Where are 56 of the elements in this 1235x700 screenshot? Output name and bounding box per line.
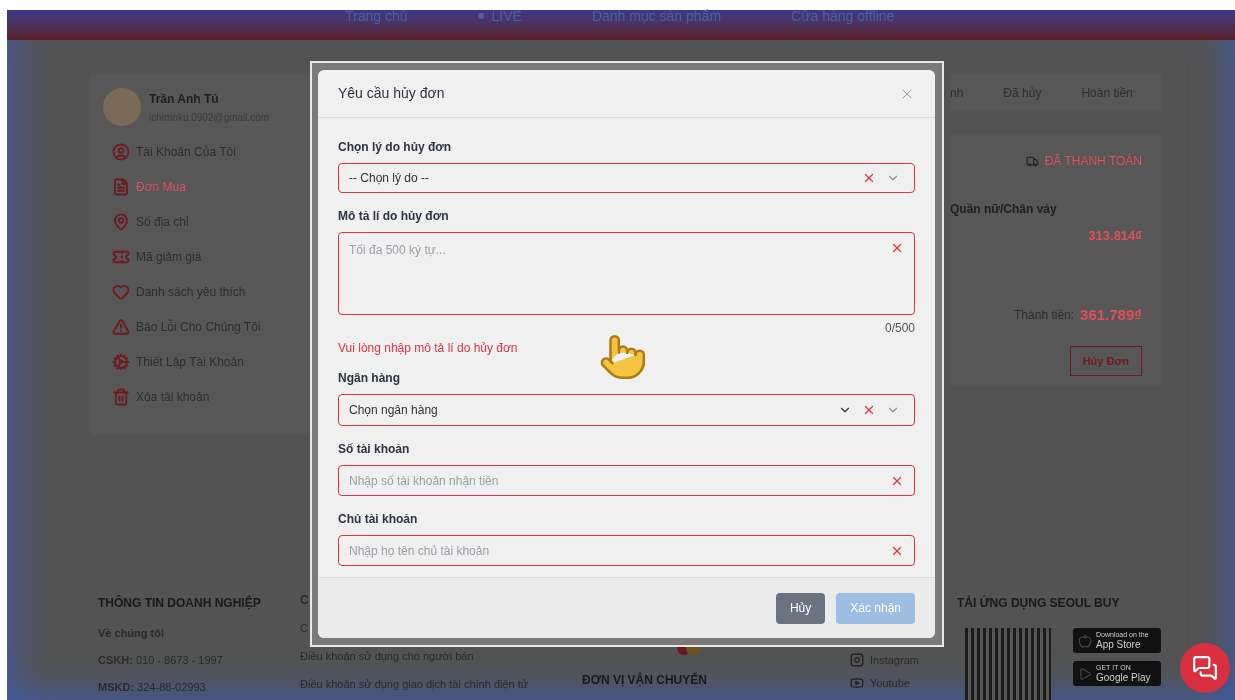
footer-heading: ĐƠN VỊ VẬN CHUYỂN [582,673,708,687]
menu-icon [112,248,130,266]
input-field[interactable]: Nhập họ tên chủ tài khoản [338,535,915,566]
reason-select[interactable]: -- Chọn lý do -- [338,163,915,193]
select-value: -- Chọn lý do -- [349,170,431,187]
camera-icon [850,653,864,668]
field-label: Số tài khoản [338,442,411,456]
footer-text: MSKD: 324-88-02993 [98,681,207,693]
footer-heading: TẢI ỨNG DỤNG SEOUL BUY [957,594,1121,612]
total-amount: 361.789₫ [1080,304,1142,325]
play-icon [1078,666,1092,681]
product-name: Quần nữ/Chân váy [950,201,1058,218]
play-icon [850,675,864,690]
field-label: Ngân hàng [338,371,401,385]
nav-link[interactable]: Danh mục sản phẩm [591,10,722,22]
description-textarea[interactable]: Tối đa 500 ký tự... [338,232,915,315]
nav-link[interactable]: Trang chủ [345,10,408,22]
select-value: Chọn ngân hàng [349,402,439,419]
sidebar-item[interactable]: Đơn Mua [112,177,297,197]
clear-icon[interactable] [862,403,876,417]
field-label: Mô tả lí do hủy đơn [338,209,450,223]
menu-icon [112,318,130,336]
menu-icon [112,143,130,161]
bank-select[interactable]: Chọn ngân hàng [338,394,915,426]
footer-heading: THÔNG TIN DOANH NGHIỆP [98,594,262,612]
error-message: Vui lòng nhập mô tả lí do hủy đơn [338,341,519,355]
menu-icon [112,213,130,231]
text-input[interactable]: Nhập họ tên chủ tài khoản [349,541,880,560]
character-counter: 0/500 [884,320,915,337]
truck-icon [1025,154,1039,168]
field-label: Chủ tài khoản [338,512,419,526]
avatar [103,88,141,126]
cancel-order-button[interactable]: Hủy Đơn [1069,346,1142,376]
menu-icon [112,388,130,406]
live-link[interactable]: LIVE [477,10,522,22]
field-label: Chọn lý do hủy đơn [338,140,453,154]
menu-icon [112,178,130,196]
chat-icon [1192,655,1218,681]
badge-label: Google Play [1096,672,1151,683]
text-input[interactable]: Nhập số tài khoản nhận tiền [349,471,880,490]
social-link[interactable]: Youtube [850,674,957,691]
badge-label: App Store [1096,639,1142,650]
product-price: 313.814₫ [1088,227,1142,245]
order-status: ĐÃ THANH TOÁN [1044,152,1142,170]
cancel-button[interactable]: Hủy [775,592,826,624]
textarea-input[interactable]: Tối đa 500 ký tự... [349,241,880,259]
clear-icon[interactable] [890,241,904,255]
profile-name: Trần Anh Tú [149,90,220,108]
menu-icon [112,353,130,371]
nav-link[interactable]: Cửa hàng offline [791,10,895,22]
apple-icon [1078,633,1092,648]
input-field[interactable]: Nhập số tài khoản nhận tiền [338,465,915,496]
footer-link[interactable]: Điều khoản sử dụng giao dịch tài chính điện tử [300,678,582,690]
dialog-title: Yêu cầu hủy đơn [338,84,445,103]
menu-icon [112,283,130,301]
clear-icon[interactable] [862,171,876,185]
